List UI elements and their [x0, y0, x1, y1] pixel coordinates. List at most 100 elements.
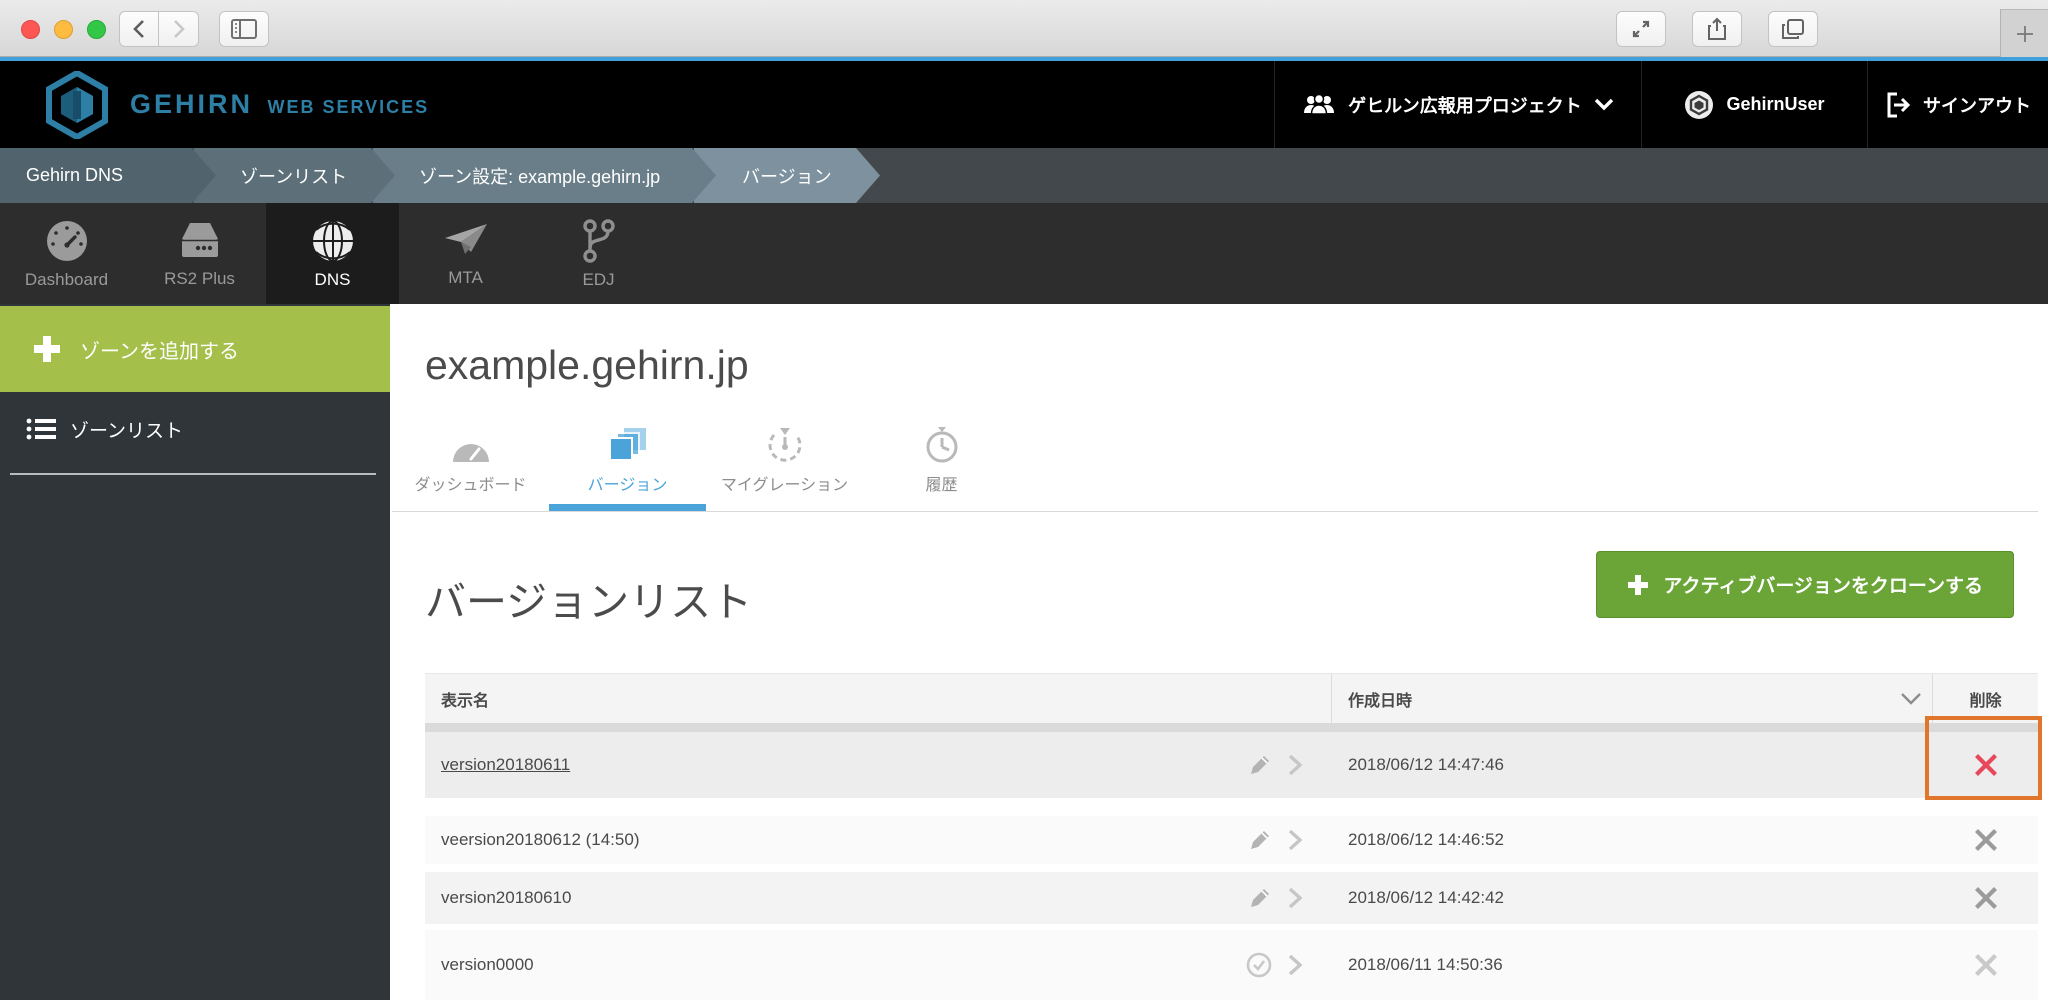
row-chevron-right-icon[interactable] [1288, 753, 1302, 777]
main-content: example.gehirn.jp ダッシュボード バージョン マイグレーション… [390, 304, 2048, 1000]
user-name-label: GehirnUser [1726, 94, 1825, 114]
zoom-window-button[interactable] [87, 20, 106, 39]
row-chevron-right-icon[interactable] [1288, 886, 1302, 910]
version-name-link[interactable]: version20180610 [441, 888, 571, 908]
gehirn-logo[interactable]: GEHIRN WEB SERVICES [46, 70, 430, 139]
gauge-semicircle-icon [452, 444, 489, 462]
breadcrumb: Gehirn DNS ゾーンリスト ゾーン設定: example.gehirn.… [0, 148, 2048, 203]
git-branch-icon [582, 218, 615, 263]
delete-button[interactable] [1973, 752, 1999, 778]
pencil-icon[interactable] [1248, 828, 1272, 852]
pencil-icon[interactable] [1248, 886, 1272, 910]
created-at: 2018/06/12 14:46:52 [1348, 830, 1504, 849]
column-header-delete: 削除 [1969, 692, 2002, 710]
breadcrumb-item-zone-list[interactable]: ゾーンリスト [194, 148, 395, 203]
add-zone-label: ゾーンを追加する [80, 340, 239, 363]
close-window-button[interactable] [21, 20, 40, 39]
breadcrumb-item-gehirn-dns[interactable]: Gehirn DNS [0, 148, 216, 203]
globe-icon [312, 219, 353, 262]
version-table: 表示名 作成日時 削除 version20180611 2018/06/12 1… [425, 673, 2042, 1000]
created-at-cell: 2018/06/12 14:47:46 [1332, 755, 1933, 775]
sidebar: ゾーンを追加する ゾーンリスト [0, 304, 390, 1000]
add-zone-button[interactable]: ゾーンを追加する [0, 306, 390, 392]
clone-active-version-button[interactable]: アクティブバージョンをクローンする [1596, 551, 2014, 618]
delete-cell [1933, 885, 2038, 911]
tab-version[interactable]: バージョン [549, 421, 706, 511]
browser-share-button[interactable] [1692, 11, 1742, 47]
tab-dashboard[interactable]: ダッシュボード [392, 421, 549, 511]
sort-chevron-down-icon[interactable] [1900, 692, 1922, 705]
tab-label: マイグレーション [720, 477, 849, 494]
version-name-cell: version0000 [425, 952, 1332, 978]
tab-label: 履歴 [925, 477, 958, 494]
delete-button[interactable] [1973, 827, 1999, 853]
sidebar-item-zone-list[interactable]: ゾーンリスト [0, 400, 390, 458]
clone-button-label: アクティブバージョンをクローンする [1663, 576, 1983, 597]
nav-tile-label: DNS [314, 269, 351, 289]
signout-button[interactable]: サインアウト [1867, 61, 2048, 148]
plus-icon [1628, 574, 1649, 595]
zone-list-label: ゾーンリスト [70, 420, 184, 442]
browser-sidebar-toggle-button[interactable] [219, 11, 269, 47]
service-nav: Dashboard RS2 Plus DNS MTA EDJ [0, 203, 2048, 304]
tab-label: バージョン [587, 477, 668, 494]
nav-tile-label: MTA [448, 267, 483, 287]
created-at: 2018/06/11 14:50:36 [1348, 955, 1503, 974]
column-header-created[interactable]: 作成日時 [1332, 674, 1933, 723]
version-name-cell: version20180610 [425, 886, 1332, 910]
nav-tile-rs2-plus[interactable]: RS2 Plus [133, 203, 266, 304]
delete-button[interactable] [1973, 885, 1999, 911]
nav-tile-dashboard[interactable]: Dashboard [0, 203, 133, 304]
browser-forward-button[interactable] [159, 11, 199, 47]
nav-tile-label: RS2 Plus [164, 268, 235, 288]
logo-text-primary: GEHIRN [130, 89, 254, 119]
paper-plane-icon [444, 223, 487, 254]
nav-tile-label: EDJ [582, 269, 615, 289]
version-table-header: 表示名 作成日時 削除 [425, 673, 2038, 723]
created-at-cell: 2018/06/12 14:42:42 [1332, 888, 1933, 908]
user-menu[interactable]: GehirnUser [1641, 61, 1867, 148]
version-name-link[interactable]: veersion20180612 (14:50) [441, 830, 639, 850]
logo-text-secondary: WEB SERVICES [267, 97, 430, 117]
project-selector-label: ゲヒルン広報用プロジェクト [1348, 95, 1582, 116]
tab-history[interactable]: 履歴 [863, 421, 1020, 511]
row-chevron-right-icon[interactable] [1288, 828, 1302, 852]
plus-icon [2016, 25, 2033, 42]
project-selector[interactable]: ゲヒルン広報用プロジェクト [1274, 61, 1641, 148]
breadcrumb-item-zone-settings[interactable]: ゾーン設定: example.gehirn.jp [373, 148, 716, 203]
server-icon [181, 222, 218, 257]
section-title: バージョンリスト [425, 579, 753, 625]
created-at: 2018/06/12 14:42:42 [1348, 888, 1504, 907]
sidebar-icon [231, 19, 257, 39]
new-tab-button[interactable] [2000, 9, 2048, 57]
tab-migration[interactable]: マイグレーション [706, 421, 863, 511]
gauge-icon [46, 220, 87, 261]
zone-title: example.gehirn.jp [425, 342, 749, 388]
signout-label: サインアウト [1923, 95, 2031, 116]
table-row: veersion20180612 (14:50) 2018/06/12 14:4… [425, 816, 2038, 864]
version-name-link[interactable]: version20180611 [441, 755, 570, 775]
browser-back-button[interactable] [119, 11, 159, 47]
window-titlebar [0, 0, 2048, 57]
tabs-overview-icon [1782, 19, 1804, 39]
browser-fullscreen-button[interactable] [1616, 11, 1666, 47]
nav-tile-mta[interactable]: MTA [399, 203, 532, 304]
delete-cell [1933, 952, 2038, 978]
browser-tabs-button[interactable] [1768, 11, 1818, 47]
breadcrumb-item-version[interactable]: バージョン [694, 148, 880, 203]
nav-tile-dns[interactable]: DNS [266, 203, 399, 304]
version-table-body: version20180611 2018/06/12 14:47:46 veer… [425, 732, 2038, 1000]
sidebar-divider [10, 473, 376, 475]
row-chevron-right-icon[interactable] [1288, 953, 1302, 977]
version-name-cell: version20180611 [425, 753, 1332, 777]
window-controls [21, 20, 106, 39]
fullscreen-icon [1632, 20, 1650, 38]
delete-button[interactable] [1973, 952, 1999, 978]
minimize-window-button[interactable] [54, 20, 73, 39]
created-at-cell: 2018/06/11 14:50:36 [1332, 955, 1933, 975]
column-header-name: 表示名 [425, 674, 1332, 723]
version-name-link[interactable]: version0000 [441, 955, 534, 975]
pencil-icon[interactable] [1248, 753, 1272, 777]
app-header: GEHIRN WEB SERVICES ゲヒルン広報用プロジェクト Gehirn… [0, 61, 2048, 148]
nav-tile-edj[interactable]: EDJ [532, 203, 665, 304]
